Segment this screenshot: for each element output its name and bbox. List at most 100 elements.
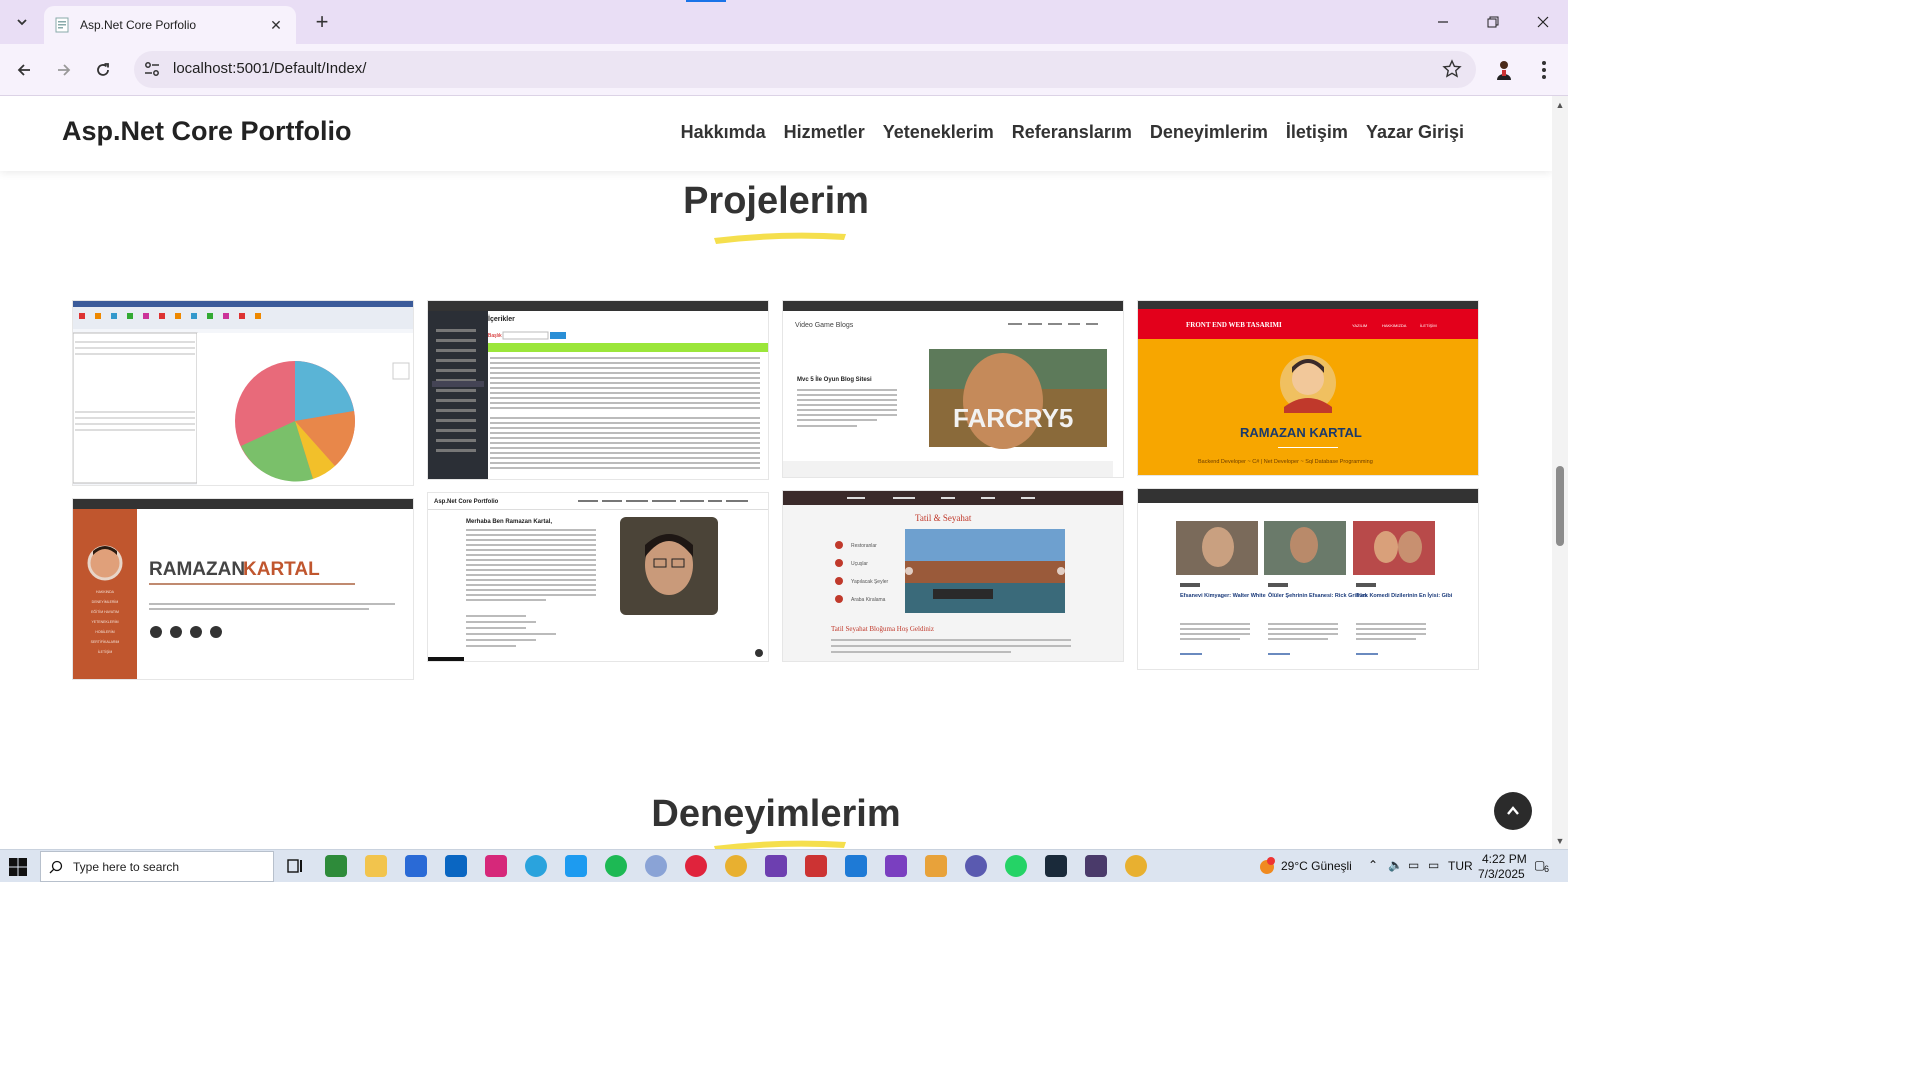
project-card-frontend[interactable]: FRONT END WEB TASARIMI YAZILIM HAKKIMIZD… (1137, 300, 1479, 476)
svg-text:FRONT END WEB TASARIMI: FRONT END WEB TASARIMI (1186, 321, 1282, 329)
restore-icon (1487, 16, 1499, 28)
task-view-icon[interactable] (284, 855, 306, 877)
address-bar[interactable]: localhost:5001/Default/Index/ (134, 51, 1476, 88)
restore-button[interactable] (1468, 0, 1518, 44)
svg-text:RAMAZAN KARTAL: RAMAZAN KARTAL (1240, 425, 1362, 440)
project-card-game-blog[interactable]: Video Game Blogs Mvc 5 İle Oyun Blog Sit… (782, 300, 1124, 478)
r-app-icon[interactable] (645, 855, 667, 877)
close-window-button[interactable] (1518, 0, 1568, 44)
nav-iletisim[interactable]: İletişim (1286, 122, 1348, 143)
project-screenshot: Video Game Blogs Mvc 5 İle Oyun Blog Sit… (783, 301, 1123, 477)
taskbar-search-box[interactable]: Type here to search (40, 851, 274, 882)
scroll-up-arrow-icon[interactable]: ▲ (1555, 100, 1565, 110)
back-button[interactable] (10, 56, 38, 84)
tab-search-button[interactable] (8, 8, 36, 36)
minimize-icon (1438, 21, 1448, 23)
opera-icon[interactable] (685, 855, 707, 877)
svg-text:Mvc 5 İle Oyun Blog Sitesi: Mvc 5 İle Oyun Blog Sitesi (797, 376, 872, 383)
site-settings-icon[interactable] (142, 59, 162, 79)
microsoft-store-icon[interactable] (405, 855, 427, 877)
arrow-left-icon (17, 64, 30, 76)
vscode-icon[interactable] (845, 855, 867, 877)
url-text[interactable]: localhost:5001/Default/Index/ (173, 60, 366, 77)
battery-icon[interactable]: ▭ (1408, 858, 1419, 872)
close-tab-icon[interactable]: ✕ (266, 15, 286, 35)
nav-deneyimlerim[interactable]: Deneyimlerim (1150, 122, 1268, 143)
svg-text:İLETİŞİM: İLETİŞİM (1420, 323, 1437, 328)
instagram-icon[interactable] (485, 855, 507, 877)
scroll-to-top-button[interactable] (1494, 792, 1532, 830)
projects-title: Projelerim (683, 180, 869, 222)
site-brand[interactable]: Asp.Net Core Portfolio (62, 116, 352, 147)
sql-server-icon[interactable] (805, 855, 827, 877)
input-language[interactable]: TUR (1448, 859, 1473, 873)
weather-text[interactable]: 29°C Güneşli (1281, 859, 1352, 873)
search-icon (49, 860, 63, 873)
firefox-dev-icon[interactable] (965, 855, 987, 877)
project-screenshot: Asp.Net Core Portfolio Merhaba Ben Ramaz… (428, 493, 768, 661)
project-card-tv-blog[interactable]: Efsanevi Kimyager: Walter White Ölüler Ş… (1137, 488, 1479, 670)
nav-hizmetler[interactable]: Hizmetler (784, 122, 865, 143)
nav-referanslarim[interactable]: Referanslarım (1012, 122, 1132, 143)
svg-text:HAKKINDA: HAKKINDA (96, 590, 115, 594)
prime-video-icon[interactable] (1045, 855, 1067, 877)
reload-button[interactable] (89, 56, 117, 84)
svg-text:Tatil & Seyahat: Tatil & Seyahat (915, 513, 972, 523)
twitter-icon[interactable] (565, 855, 587, 877)
nav-yeteneklerim[interactable]: Yeteneklerim (883, 122, 994, 143)
chevron-down-icon (17, 19, 27, 26)
chrome-active-icon[interactable] (1125, 855, 1147, 877)
svg-text:Merhaba Ben Ramazan Kartal,: Merhaba Ben Ramazan Kartal, (466, 519, 552, 525)
clock-date[interactable]: 7/3/2025 (1478, 867, 1525, 881)
svg-text:EĞİTİM HAYATIM: EĞİTİM HAYATIM (91, 609, 119, 614)
svg-text:Araba Kiralama: Araba Kiralama (851, 597, 886, 603)
tab-title: Asp.Net Core Porfolio (80, 18, 197, 32)
nav-hakkimda[interactable]: Hakkımda (681, 122, 766, 143)
file-explorer-icon[interactable] (365, 855, 387, 877)
nav-yazar-girisi[interactable]: Yazar Girişi (1366, 122, 1464, 143)
weather-icon[interactable] (1256, 855, 1278, 877)
project-card-desktop-app[interactable] (72, 300, 414, 486)
outlook-icon[interactable] (445, 855, 467, 877)
svg-text:YETENEKLERİM: YETENEKLERİM (91, 619, 118, 624)
terminal-icon[interactable] (1085, 855, 1107, 877)
project-screenshot: Tatil & Seyahat Restoranlar Uçuşlar Yapı… (783, 491, 1123, 661)
bookmark-star-icon[interactable] (1442, 59, 1462, 79)
scroll-down-arrow-icon[interactable]: ▼ (1555, 836, 1565, 846)
svg-text:YAZILIM: YAZILIM (1352, 323, 1367, 328)
network-icon[interactable]: ▭ (1428, 858, 1439, 872)
svg-text:HAKKIMIZDA: HAKKIMIZDA (1382, 323, 1407, 328)
tab-drag-accent (686, 0, 726, 2)
project-card-travel[interactable]: Tatil & Seyahat Restoranlar Uçuşlar Yapı… (782, 490, 1124, 662)
visual-studio-2-icon[interactable] (885, 855, 907, 877)
project-card-admin-panel[interactable]: İçerikler Başlık (427, 300, 769, 480)
page-scrollbar[interactable]: ▲ ▼ (1552, 96, 1568, 849)
search-placeholder: Type here to search (73, 859, 180, 874)
new-tab-button[interactable]: + (308, 8, 336, 36)
clock-time[interactable]: 4:22 PM (1482, 852, 1527, 866)
svg-text:Uçuşlar: Uçuşlar (851, 561, 868, 567)
title-underline-decoration (714, 232, 846, 244)
minimize-button[interactable] (1418, 0, 1468, 44)
forward-button[interactable] (50, 56, 78, 84)
reload-icon (97, 63, 109, 76)
chrome-icon[interactable] (725, 855, 747, 877)
scrollbar-thumb[interactable] (1556, 466, 1564, 546)
paint-icon[interactable] (925, 855, 947, 877)
whatsapp-icon[interactable] (1005, 855, 1027, 877)
speaker-icon[interactable]: 🔈 (1388, 858, 1403, 872)
project-card-portfolio[interactable]: Asp.Net Core Portfolio Merhaba Ben Ramaz… (427, 492, 769, 662)
xbox-icon[interactable] (325, 855, 347, 877)
windows-start-icon[interactable] (8, 857, 28, 877)
spotify-icon[interactable] (605, 855, 627, 877)
visual-studio-icon[interactable] (765, 855, 787, 877)
project-card-resume[interactable]: HAKKINDA DENEYİMLERİM EĞİTİM HAYATIM YET… (72, 498, 414, 680)
project-screenshot: FRONT END WEB TASARIMI YAZILIM HAKKIMIZD… (1138, 301, 1478, 475)
browser-tab[interactable]: Asp.Net Core Porfolio ✕ (44, 6, 296, 44)
browser-menu-button[interactable] (1534, 58, 1554, 82)
profile-avatar-icon[interactable] (1492, 58, 1516, 82)
page-favicon-icon (55, 17, 69, 33)
svg-text:HOBİLERİM: HOBİLERİM (95, 629, 114, 634)
telegram-icon[interactable] (525, 855, 547, 877)
chevron-up-tray-icon[interactable]: ⌃ (1368, 858, 1378, 872)
